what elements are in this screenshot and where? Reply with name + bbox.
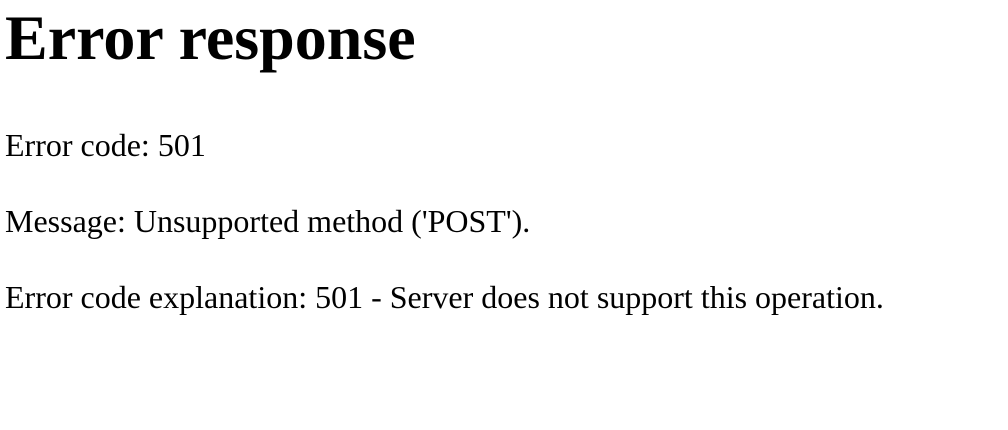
error-explanation-text: Error code explanation: 501 - Server doe… — [5, 279, 884, 315]
page-title: Error response — [5, 2, 416, 73]
error-message-text: Message: Unsupported method ('POST'). — [5, 203, 531, 239]
error-page: Error response Error code: 501 Message: … — [0, 0, 1008, 430]
error-code-text: Error code: 501 — [5, 127, 206, 163]
